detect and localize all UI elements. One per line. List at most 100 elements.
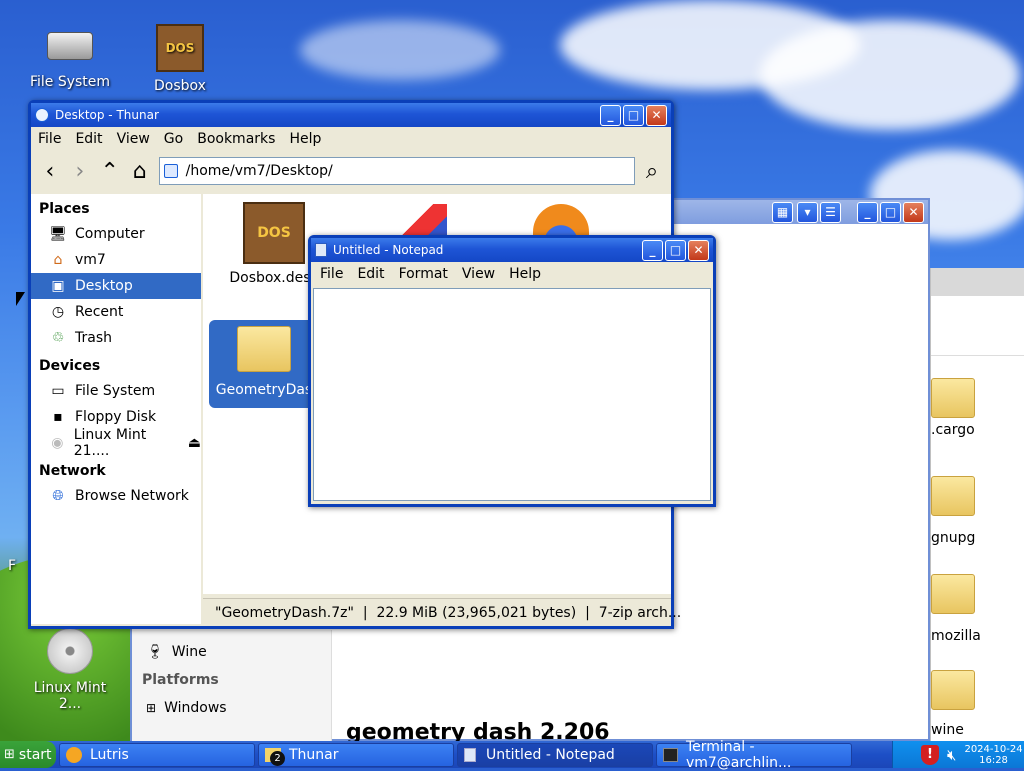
folder-icon — [931, 574, 975, 614]
glass-icon: 🍷︎ — [146, 644, 164, 660]
folder-item[interactable]: mozilla — [931, 574, 1024, 644]
status-text: "GeometryDash.7z" | 22.9 MiB (23,965,021… — [215, 604, 682, 621]
sidebar-heading-network: Network — [39, 463, 106, 479]
location-bar[interactable]: /home/vm7/Desktop/ — [158, 157, 636, 185]
menu-edit[interactable]: Edit — [350, 266, 391, 282]
sidebar-item-wine[interactable]: 🍷︎ Wine — [132, 630, 331, 660]
shield-icon[interactable]: ! — [921, 744, 939, 765]
task-thunar[interactable]: 2 Thunar — [258, 742, 454, 767]
folder-item[interactable]: wine — [931, 670, 1024, 738]
maximize-button[interactable]: □ — [665, 239, 686, 261]
desktop-icon-linux-mint[interactable]: Linux Mint 2... — [25, 628, 115, 712]
grid-view-icon[interactable]: ▦ — [772, 201, 793, 223]
menu-edit[interactable]: Edit — [68, 131, 109, 147]
sidebar-heading-places: Places — [39, 201, 90, 217]
menu-view[interactable]: View — [455, 266, 502, 282]
maximize-button[interactable]: □ — [880, 201, 901, 223]
clock[interactable]: 2024-10-24 16:28 — [964, 744, 1022, 766]
folder-icon — [931, 476, 975, 516]
trash-icon: ♲ — [51, 330, 65, 346]
sidebar-item-computer[interactable]: 🖥︎ Computer — [31, 221, 201, 247]
desktop-icon-label: File System — [29, 74, 111, 90]
back-icon[interactable]: ‹ — [35, 156, 65, 186]
desktop-icon-file-system[interactable]: File System — [25, 28, 115, 90]
notepad-text-area[interactable] — [313, 288, 711, 501]
task-lutris[interactable]: Lutris — [59, 742, 255, 767]
thunar-sidebar: Places 🖥︎ Computer ⌂ vm7 ▣ Desktop ◷ Rec… — [31, 194, 201, 624]
eject-icon[interactable]: ⏏ — [188, 435, 201, 451]
volume-muted-icon[interactable]: 🔇︎ — [947, 746, 956, 764]
sidebar-heading-devices: Devices — [39, 358, 101, 374]
close-button[interactable]: ✕ — [646, 104, 667, 126]
folder-location-icon — [163, 164, 178, 178]
home-icon: ⌂ — [53, 252, 63, 268]
thunar-statusbar: "GeometryDash.7z" | 22.9 MiB (23,965,021… — [203, 598, 681, 626]
sidebar-item-linux-mint[interactable]: ◉ Linux Mint 21.... ⏏ — [31, 427, 201, 459]
clock-time: 16:28 — [979, 754, 1008, 766]
folder-item[interactable]: gnupg — [931, 476, 1024, 546]
sidebar-item-windows[interactable]: ⊞ Windows — [132, 688, 331, 716]
notepad-icon — [315, 243, 327, 257]
window-title: Untitled - Notepad — [333, 243, 444, 257]
close-button[interactable]: ✕ — [903, 201, 924, 223]
floppy-icon: ▪ — [53, 409, 63, 425]
sidebar-item-vm7[interactable]: ⌂ vm7 — [31, 247, 201, 273]
lutris-icon — [66, 746, 82, 763]
chevron-down-icon[interactable]: ▾ — [797, 201, 818, 223]
minimize-button[interactable]: _ — [642, 239, 663, 261]
maximize-button[interactable]: □ — [623, 104, 644, 126]
minimize-button[interactable]: _ — [857, 201, 878, 223]
menu-file[interactable]: File — [31, 131, 68, 147]
disc-icon: ◉ — [51, 435, 64, 451]
task-notepad[interactable]: Untitled - Notepad — [457, 742, 653, 767]
windows-logo-icon: ⊞ — [4, 747, 15, 762]
minimize-button[interactable]: _ — [600, 104, 621, 126]
search-icon[interactable]: ⌕ — [637, 156, 667, 186]
drive-icon — [47, 32, 93, 60]
sidebar-item-trash[interactable]: ♲ Trash — [31, 325, 201, 351]
sidebar-heading-platforms: Platforms — [142, 672, 219, 688]
desktop-icon-dosbox[interactable]: DOS Dosbox — [135, 24, 225, 94]
close-button[interactable]: ✕ — [688, 239, 709, 261]
archive-icon — [237, 326, 291, 372]
count-badge: 2 — [270, 750, 285, 766]
terminal-icon — [663, 747, 678, 762]
window-title: Desktop - Thunar — [55, 108, 159, 122]
menu-file[interactable]: File — [313, 266, 350, 282]
folder-icon — [931, 378, 975, 418]
task-terminal[interactable]: Terminal - vm7@archlin... — [656, 739, 852, 771]
forward-icon[interactable]: › — [65, 156, 95, 186]
drive-icon: ▭ — [51, 383, 65, 399]
thunar-app-icon — [35, 108, 49, 122]
menu-help[interactable]: Help — [502, 266, 548, 282]
folder-icon: 2 — [265, 747, 285, 766]
sidebar-item-browse-network[interactable]: 🌐︎ Browse Network — [31, 483, 201, 509]
notepad-icon — [464, 747, 476, 762]
disc-icon — [47, 628, 93, 674]
notepad-window[interactable]: Untitled - Notepad _ □ ✕ File Edit Forma… — [308, 235, 716, 507]
windows-icon: ⊞ — [146, 701, 157, 715]
sidebar-item-desktop[interactable]: ▣ Desktop — [31, 273, 201, 299]
home-icon[interactable]: ⌂ — [125, 156, 155, 186]
menu-help[interactable]: Help — [282, 131, 328, 147]
menu-go[interactable]: Go — [157, 131, 190, 147]
thunar-titlebar[interactable]: Desktop - Thunar _ □ ✕ — [31, 103, 671, 127]
up-icon[interactable]: ⌃ — [95, 156, 125, 186]
menu-format[interactable]: Format — [392, 266, 455, 282]
menu-bookmarks[interactable]: Bookmarks — [190, 131, 282, 147]
dosbox-icon: DOS — [243, 202, 305, 264]
network-icon: 🌐︎ — [52, 488, 64, 504]
sidebar-item-file-system[interactable]: ▭ File System — [31, 378, 201, 404]
folder-icon — [931, 670, 975, 710]
file-item-geometrydash[interactable]: GeometryDas — [209, 320, 319, 408]
start-button[interactable]: ⊞ start — [0, 741, 56, 768]
sidebar-item-recent[interactable]: ◷ Recent — [31, 299, 201, 325]
desktop-icon: ▣ — [51, 278, 65, 294]
notepad-titlebar[interactable]: Untitled - Notepad _ □ ✕ — [311, 238, 713, 262]
list-view-icon[interactable]: ☰ — [820, 201, 841, 223]
terminal-window-partial[interactable]: .cargo gnupg mozilla wine — [930, 268, 1024, 741]
menu-view[interactable]: View — [110, 131, 157, 147]
thunar-toolbar: ‹ › ⌃ ⌂ /home/vm7/Desktop/ ⌕ — [31, 151, 671, 191]
folder-item[interactable]: .cargo — [931, 378, 1024, 438]
location-path: /home/vm7/Desktop/ — [185, 163, 333, 179]
